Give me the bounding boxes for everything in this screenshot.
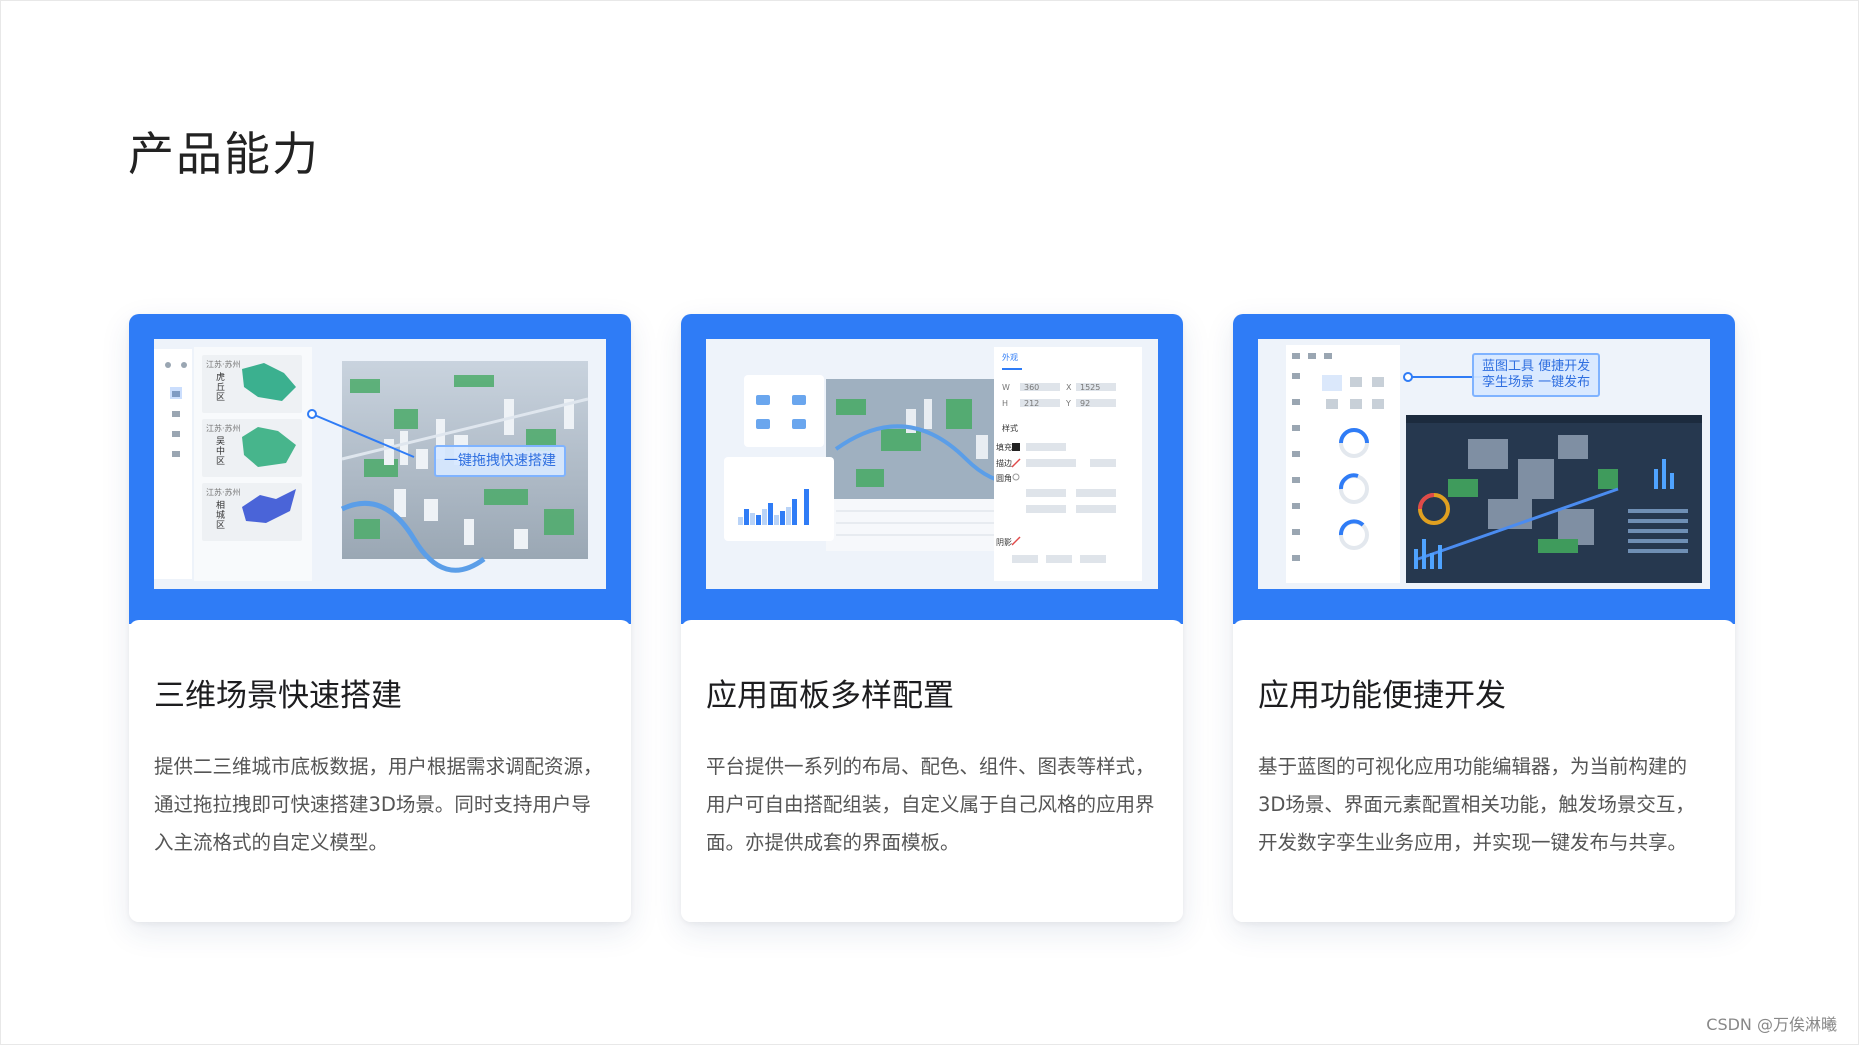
card-title: 应用功能便捷开发 — [1258, 678, 1506, 714]
h-value: 212 — [1024, 399, 1040, 408]
feature-card-3d-scene[interactable]: 江苏·苏州 虎丘区 江苏·苏州 吴中区 江苏·苏州 相城区 一键拖拽快速搭建 三… — [129, 314, 631, 922]
card-header-band: 蓝图工具 便捷开发 孪生场景 一键发布 — [1233, 314, 1735, 624]
card-title: 应用面板多样配置 — [706, 678, 954, 714]
tab-appearance: 外观 — [1002, 353, 1018, 362]
district-name-label: 吴中区 — [216, 437, 226, 467]
y-value: 92 — [1080, 399, 1091, 408]
district-region-label: 江苏·苏州 — [206, 424, 241, 433]
product-screenshot-panel-config: 外观 W 360 H 212 X 1525 Y 92 样式 填充 描边 圆角 阴… — [706, 339, 1158, 589]
card-header-band: 江苏·苏州 虎丘区 江苏·苏州 吴中区 江苏·苏州 相城区 一键拖拽快速搭建 — [129, 314, 631, 624]
radius-label: 圆角 — [996, 474, 1012, 483]
district-region-label: 江苏·苏州 — [206, 360, 241, 369]
feature-card-panel-config[interactable]: 外观 W 360 H 212 X 1525 Y 92 样式 填充 描边 圆角 阴… — [681, 314, 1183, 922]
fill-label: 填充 — [996, 443, 1012, 452]
card-description: 基于蓝图的可视化应用功能编辑器，为当前构建的3D场景、界面元素配置相关功能，触发… — [1258, 755, 1695, 854]
product-screenshot-app-dev: 蓝图工具 便捷开发 孪生场景 一键发布 — [1258, 339, 1710, 589]
product-screenshot-3d-scene: 江苏·苏州 虎丘区 江苏·苏州 吴中区 江苏·苏州 相城区 一键拖拽快速搭建 — [154, 339, 606, 589]
drag-build-callout: 一键拖拽快速搭建 — [434, 445, 566, 477]
w-label: W — [1002, 383, 1010, 392]
w-value: 360 — [1024, 383, 1040, 392]
district-region-label: 江苏·苏州 — [206, 488, 241, 497]
shadow-label: 阴影 — [996, 538, 1012, 547]
y-label: Y — [1066, 399, 1071, 408]
panel-config-illustration — [706, 339, 1158, 589]
card-body: 三维场景快速搭建 提供二三维城市底板数据，用户根据需求调配资源，通过拖拉拽即可快… — [129, 620, 631, 922]
card-title: 三维场景快速搭建 — [154, 678, 402, 714]
card-body: 应用功能便捷开发 基于蓝图的可视化应用功能编辑器，为当前构建的3D场景、界面元素… — [1233, 620, 1735, 922]
stroke-label: 描边 — [996, 459, 1012, 468]
style-label: 样式 — [1002, 424, 1018, 433]
callout-line-2: 孪生场景 一键发布 — [1482, 375, 1591, 390]
h-label: H — [1002, 399, 1009, 408]
card-description: 提供二三维城市底板数据，用户根据需求调配资源，通过拖拉拽即可快速搭建3D场景。同… — [154, 755, 603, 854]
card-body: 应用面板多样配置 平台提供一系列的布局、配色、组件、图表等样式，用户可自由搭配组… — [681, 620, 1183, 922]
watermark: CSDN @万俟淋曦 — [1706, 1015, 1837, 1034]
x-value: 1525 — [1080, 383, 1101, 392]
blueprint-callout: 蓝图工具 便捷开发 孪生场景 一键发布 — [1472, 353, 1601, 397]
feature-card-app-dev[interactable]: 蓝图工具 便捷开发 孪生场景 一键发布 应用功能便捷开发 基于蓝图的可视化应用功… — [1233, 314, 1735, 922]
callout-line-1: 蓝图工具 便捷开发 — [1482, 359, 1591, 374]
card-description: 平台提供一系列的布局、配色、组件、图表等样式，用户可自由搭配组装，自定义属于自己… — [706, 755, 1155, 854]
district-name-label: 相城区 — [216, 501, 226, 531]
card-header-band: 外观 W 360 H 212 X 1525 Y 92 样式 填充 描边 圆角 阴… — [681, 314, 1183, 624]
x-label: X — [1066, 383, 1072, 392]
district-name-label: 虎丘区 — [216, 373, 226, 403]
page-title: 产品能力 — [128, 127, 320, 181]
